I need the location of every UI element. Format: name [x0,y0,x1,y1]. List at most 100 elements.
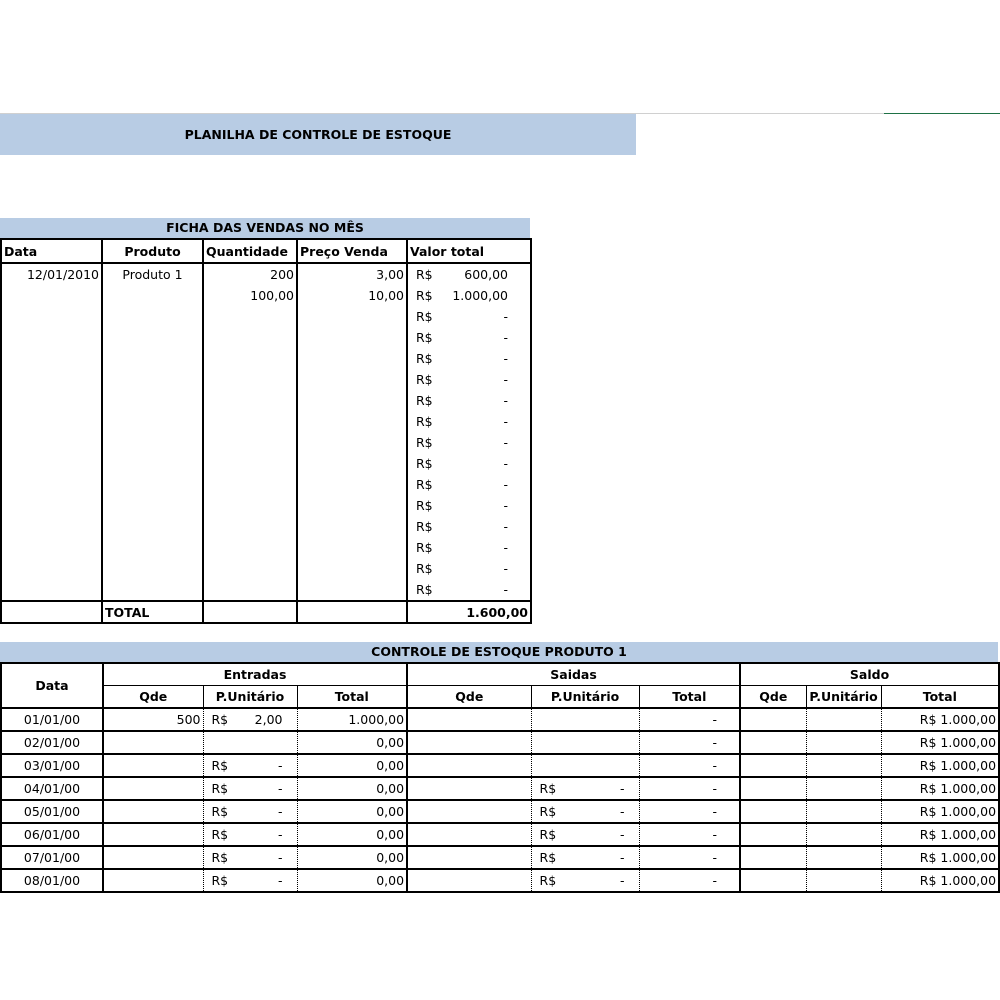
cell-saidas-qde[interactable] [407,823,532,847]
cell-valor-total[interactable]: R$ - [407,327,531,348]
cell-saidas-total[interactable]: - [639,754,742,778]
cell-saidas-punit[interactable]: R$ - [531,800,640,824]
col-saldo-punit[interactable]: P.Unitário [806,685,882,709]
cell-data[interactable] [1,432,103,453]
cell-saldo-punit[interactable] [806,823,882,847]
cell-saldo-punit[interactable] [806,869,882,893]
cell-entradas-total[interactable]: 0,00 [297,777,409,801]
col-quantidade[interactable]: Quantidade [203,239,298,264]
cell-entradas-total[interactable]: 0,00 [297,823,409,847]
cell-quantidade[interactable] [203,327,298,348]
cell-entradas-punit[interactable]: R$ - [203,823,298,847]
total-empty-cell[interactable] [203,600,298,623]
cell-saidas-qde[interactable] [407,800,532,824]
cell-valor-total[interactable]: R$ 600,00 [407,263,531,285]
group-saidas[interactable]: Saidas [407,662,742,686]
cell-data[interactable] [1,411,103,432]
cell-saldo-punit[interactable] [806,777,882,801]
cell-valor-total[interactable]: R$ - [407,579,531,601]
col-entradas-total[interactable]: Total [297,685,409,709]
cell-entradas-qde[interactable] [103,846,204,870]
cell-saidas-total[interactable]: - [639,869,742,893]
cell-produto[interactable] [102,306,204,327]
cell-produto[interactable] [102,348,204,369]
cell-valor-total[interactable]: R$ - [407,348,531,369]
cell-saidas-qde[interactable] [407,846,532,870]
cell-saldo-qde[interactable] [740,800,807,824]
cell-entradas-punit[interactable]: R$ - [203,800,298,824]
col-produto[interactable]: Produto [102,239,204,264]
cell-saidas-qde[interactable] [407,869,532,893]
cell-saldo-qde[interactable] [740,731,807,755]
col-entradas-qde[interactable]: Qde [103,685,204,709]
cell-data[interactable] [1,285,103,306]
cell-produto[interactable] [102,495,204,516]
cell-entradas-punit[interactable]: R$ - [203,846,298,870]
cell-entradas-total[interactable]: 0,00 [297,731,409,755]
cell-saldo-qde[interactable] [740,708,807,732]
col-valor-total[interactable]: Valor total [407,239,531,264]
cell-saldo-total[interactable]: R$ 1.000,00 [881,869,1000,893]
cell-quantidade[interactable] [203,411,298,432]
cell-saidas-punit[interactable] [531,708,640,732]
col-saidas-punit[interactable]: P.Unitário [531,685,640,709]
cell-quantidade[interactable] [203,390,298,411]
cell-produto[interactable] [102,453,204,474]
cell-preco-venda[interactable] [297,369,408,390]
cell-data[interactable] [1,327,103,348]
cell-produto[interactable] [102,411,204,432]
cell-data[interactable]: 08/01/00 [0,869,104,893]
cell-entradas-total[interactable]: 0,00 [297,846,409,870]
cell-valor-total[interactable]: R$ - [407,390,531,411]
total-label[interactable]: TOTAL [102,600,204,623]
cell-entradas-total[interactable]: 0,00 [297,800,409,824]
cell-entradas-punit[interactable]: R$ 2,00 [203,708,298,732]
cell-produto[interactable] [102,432,204,453]
cell-saldo-qde[interactable] [740,823,807,847]
cell-saldo-total[interactable]: R$ 1.000,00 [881,846,1000,870]
cell-data[interactable]: 06/01/00 [0,823,104,847]
cell-data[interactable]: 04/01/00 [0,777,104,801]
cell-saidas-punit[interactable]: R$ - [531,823,640,847]
cell-entradas-total[interactable]: 0,00 [297,869,409,893]
cell-preco-venda[interactable] [297,348,408,369]
cell-data[interactable] [1,537,103,558]
cell-produto[interactable]: Produto 1 [102,263,204,285]
cell-saidas-punit[interactable]: R$ - [531,869,640,893]
cell-data[interactable] [1,516,103,537]
cell-data[interactable]: 02/01/00 [0,731,104,755]
cell-quantidade[interactable]: 200 [203,263,298,285]
cell-data[interactable]: 03/01/00 [0,754,104,778]
cell-preco-venda[interactable] [297,306,408,327]
cell-preco-venda[interactable] [297,579,408,601]
cell-valor-total[interactable]: R$ - [407,432,531,453]
cell-saldo-qde[interactable] [740,754,807,778]
cell-saldo-punit[interactable] [806,846,882,870]
cell-quantidade[interactable] [203,516,298,537]
col-saldo-total[interactable]: Total [881,685,1000,709]
cell-data[interactable] [1,474,103,495]
cell-produto[interactable] [102,537,204,558]
cell-produto[interactable] [102,369,204,390]
cell-saldo-punit[interactable] [806,708,882,732]
cell-saldo-total[interactable]: R$ 1.000,00 [881,823,1000,847]
cell-saidas-total[interactable]: - [639,777,742,801]
cell-data[interactable] [1,369,103,390]
group-entradas[interactable]: Entradas [103,662,409,686]
cell-preco-venda[interactable] [297,432,408,453]
cell-quantidade[interactable] [203,537,298,558]
cell-data[interactable]: 05/01/00 [0,800,104,824]
cell-valor-total[interactable]: R$ - [407,411,531,432]
cell-valor-total[interactable]: R$ - [407,474,531,495]
col-preco-venda[interactable]: Preço Venda [297,239,408,264]
cell-data[interactable]: 07/01/00 [0,846,104,870]
cell-data[interactable]: 01/01/00 [0,708,104,732]
cell-saidas-qde[interactable] [407,708,532,732]
cell-entradas-punit[interactable]: R$ - [203,869,298,893]
col-saidas-qde[interactable]: Qde [407,685,532,709]
cell-preco-venda[interactable]: 3,00 [297,263,408,285]
group-saldo[interactable]: Saldo [740,662,1000,686]
cell-saidas-total[interactable]: - [639,846,742,870]
cell-preco-venda[interactable] [297,516,408,537]
cell-saldo-punit[interactable] [806,754,882,778]
